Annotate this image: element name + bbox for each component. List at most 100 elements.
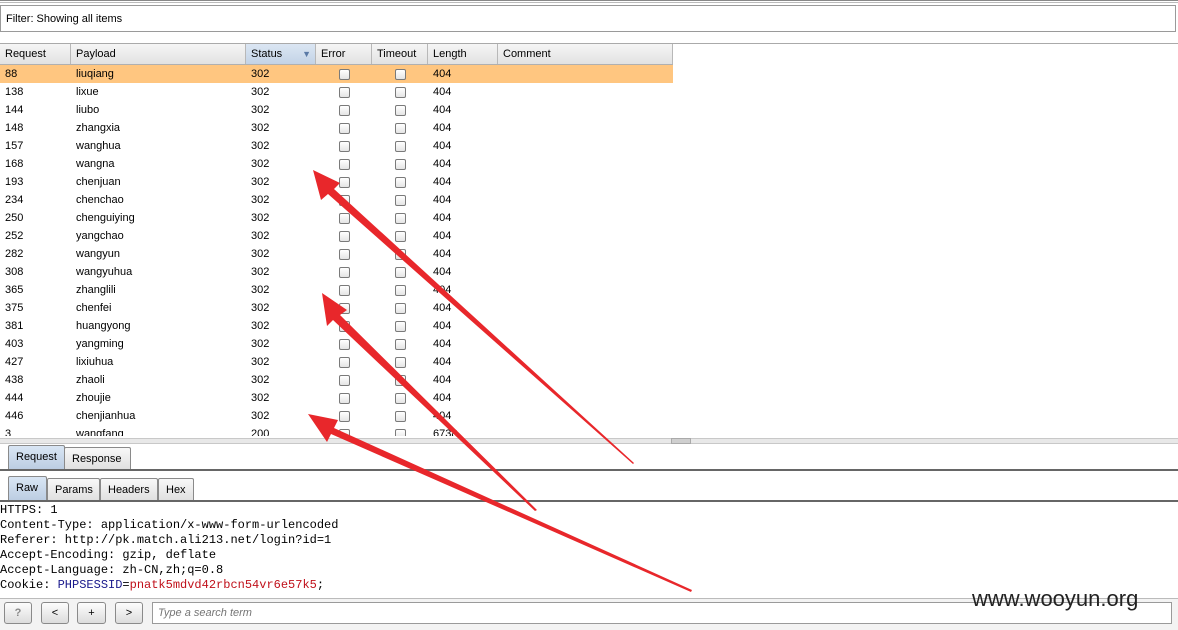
- cell-payload: zhoujie: [76, 392, 111, 404]
- timeout-checkbox[interactable]: [395, 159, 406, 170]
- next-button[interactable]: >: [115, 602, 143, 624]
- cell-request: 381: [5, 320, 24, 332]
- cell-comment: [498, 101, 673, 119]
- cell-status: 302: [251, 266, 270, 278]
- error-checkbox[interactable]: [339, 429, 350, 436]
- error-checkbox[interactable]: [339, 321, 350, 332]
- column-header-request[interactable]: Request: [0, 44, 71, 64]
- error-checkbox[interactable]: [339, 141, 350, 152]
- table-row[interactable]: 365 zhanglili 302 404: [0, 281, 673, 299]
- column-header-status[interactable]: Status ▼: [246, 44, 316, 64]
- table-body[interactable]: 88 liuqiang 302 404 138 lixue 302 404 144 liubo 30…: [0, 65, 673, 436]
- filter-bar[interactable]: Filter: Showing all items: [0, 5, 1176, 32]
- raw-request-editor[interactable]: HTTPS: 1 Content-Type: application/x-www-…: [0, 503, 1178, 598]
- error-checkbox[interactable]: [339, 411, 350, 422]
- cell-payload: yangming: [76, 338, 124, 350]
- tab-headers[interactable]: Headers: [100, 478, 158, 500]
- timeout-checkbox[interactable]: [395, 411, 406, 422]
- table-row[interactable]: 3 wangfang 200 6738: [0, 425, 673, 436]
- table-row[interactable]: 88 liuqiang 302 404: [0, 65, 673, 83]
- error-checkbox[interactable]: [339, 195, 350, 206]
- column-header-payload[interactable]: Payload: [71, 44, 246, 64]
- column-header-label: Timeout: [377, 48, 417, 60]
- error-checkbox[interactable]: [339, 285, 350, 296]
- timeout-checkbox[interactable]: [395, 123, 406, 134]
- timeout-checkbox[interactable]: [395, 105, 406, 116]
- cell-comment: [498, 137, 673, 155]
- table-row[interactable]: 168 wangna 302 404: [0, 155, 673, 173]
- error-checkbox[interactable]: [339, 375, 350, 386]
- timeout-checkbox[interactable]: [395, 375, 406, 386]
- table-row[interactable]: 282 wangyun 302 404: [0, 245, 673, 263]
- error-checkbox[interactable]: [339, 267, 350, 278]
- timeout-checkbox[interactable]: [395, 393, 406, 404]
- error-checkbox[interactable]: [339, 177, 350, 188]
- timeout-checkbox[interactable]: [395, 195, 406, 206]
- cell-comment: [498, 191, 673, 209]
- table-row[interactable]: 148 zhangxia 302 404: [0, 119, 673, 137]
- column-header-error[interactable]: Error: [316, 44, 372, 64]
- cell-length: 404: [433, 338, 452, 350]
- timeout-checkbox[interactable]: [395, 267, 406, 278]
- tab-response[interactable]: Response: [64, 447, 131, 469]
- timeout-checkbox[interactable]: [395, 285, 406, 296]
- table-row[interactable]: 234 chenchao 302 404: [0, 191, 673, 209]
- table-row[interactable]: 444 zhoujie 302 404: [0, 389, 673, 407]
- timeout-checkbox[interactable]: [395, 303, 406, 314]
- tab-request[interactable]: Request: [8, 445, 65, 469]
- table-row[interactable]: 252 yangchao 302 404: [0, 227, 673, 245]
- results-table: Request Payload Status ▼ Error Timeout Length C…: [0, 44, 673, 436]
- error-checkbox[interactable]: [339, 339, 350, 350]
- column-header-length[interactable]: Length: [428, 44, 498, 64]
- pane-splitter[interactable]: [0, 438, 1178, 444]
- table-row[interactable]: 138 lixue 302 404: [0, 83, 673, 101]
- column-header-timeout[interactable]: Timeout: [372, 44, 428, 64]
- table-row[interactable]: 250 chenguiying 302 404: [0, 209, 673, 227]
- cell-request: 427: [5, 356, 24, 368]
- timeout-checkbox[interactable]: [395, 231, 406, 242]
- timeout-checkbox[interactable]: [395, 249, 406, 260]
- error-checkbox[interactable]: [339, 105, 350, 116]
- table-row[interactable]: 193 chenjuan 302 404: [0, 173, 673, 191]
- error-checkbox[interactable]: [339, 213, 350, 224]
- add-button[interactable]: +: [77, 602, 106, 624]
- timeout-checkbox[interactable]: [395, 321, 406, 332]
- error-checkbox[interactable]: [339, 231, 350, 242]
- error-checkbox[interactable]: [339, 69, 350, 80]
- table-row[interactable]: 157 wanghua 302 404: [0, 137, 673, 155]
- table-row[interactable]: 381 huangyong 302 404: [0, 317, 673, 335]
- cell-payload: lixiuhua: [76, 356, 114, 368]
- timeout-checkbox[interactable]: [395, 141, 406, 152]
- tab-hex[interactable]: Hex: [158, 478, 194, 500]
- table-row[interactable]: 375 chenfei 302 404: [0, 299, 673, 317]
- error-checkbox[interactable]: [339, 393, 350, 404]
- error-checkbox[interactable]: [339, 159, 350, 170]
- cell-status: 302: [251, 374, 270, 386]
- error-checkbox[interactable]: [339, 249, 350, 260]
- tab-raw[interactable]: Raw: [8, 476, 47, 500]
- timeout-checkbox[interactable]: [395, 339, 406, 350]
- table-row[interactable]: 438 zhaoli 302 404: [0, 371, 673, 389]
- table-row[interactable]: 427 lixiuhua 302 404: [0, 353, 673, 371]
- error-checkbox[interactable]: [339, 303, 350, 314]
- splitter-handle[interactable]: [671, 438, 691, 444]
- timeout-checkbox[interactable]: [395, 87, 406, 98]
- error-checkbox[interactable]: [339, 87, 350, 98]
- error-checkbox[interactable]: [339, 123, 350, 134]
- table-row[interactable]: 446 chenjianhua 302 404: [0, 407, 673, 425]
- timeout-checkbox[interactable]: [395, 69, 406, 80]
- column-header-comment[interactable]: Comment: [498, 44, 673, 64]
- table-row[interactable]: 144 liubo 302 404: [0, 101, 673, 119]
- timeout-checkbox[interactable]: [395, 213, 406, 224]
- error-checkbox[interactable]: [339, 357, 350, 368]
- previous-button[interactable]: <: [41, 602, 69, 624]
- table-row[interactable]: 403 yangming 302 404: [0, 335, 673, 353]
- timeout-checkbox[interactable]: [395, 429, 406, 436]
- help-button[interactable]: ?: [4, 602, 32, 624]
- timeout-checkbox[interactable]: [395, 357, 406, 368]
- tab-params[interactable]: Params: [47, 478, 100, 500]
- raw-line: Accept-Encoding: gzip, deflate: [0, 548, 217, 562]
- table-row[interactable]: 308 wangyuhua 302 404: [0, 263, 673, 281]
- cell-comment: [498, 371, 673, 389]
- timeout-checkbox[interactable]: [395, 177, 406, 188]
